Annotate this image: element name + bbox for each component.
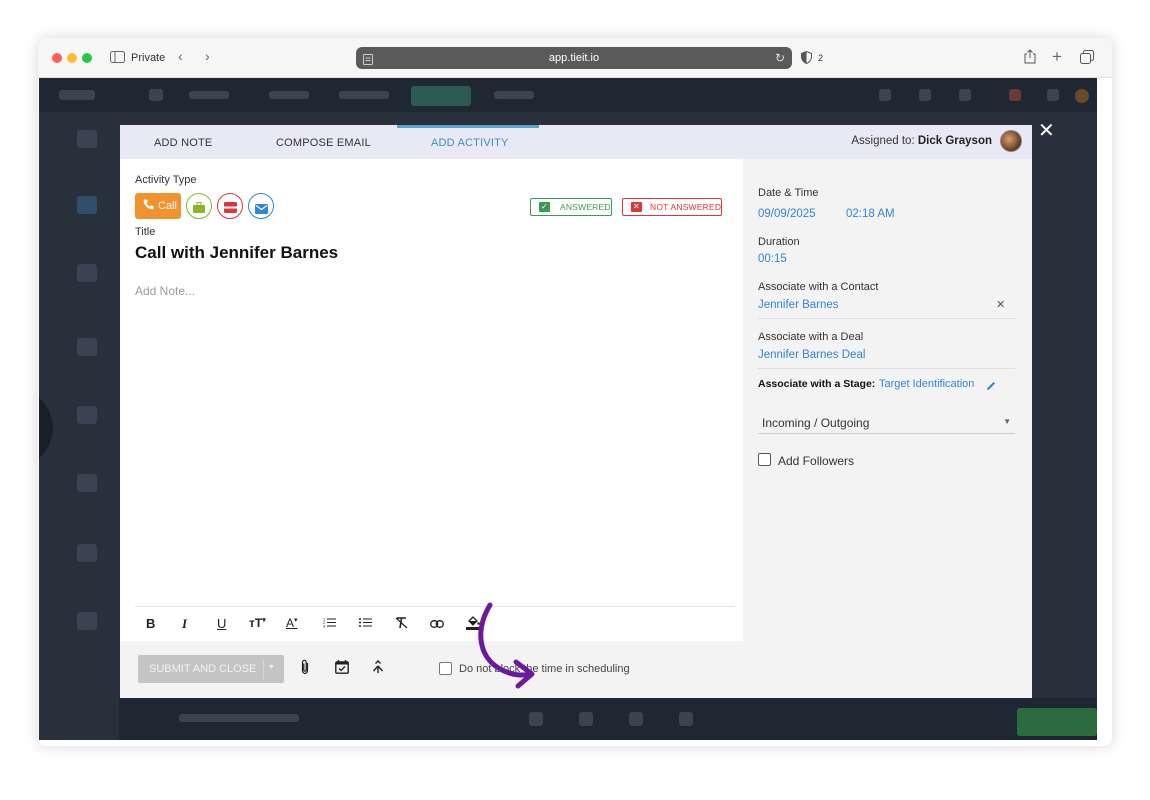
zoom-window-button[interactable]	[82, 53, 92, 63]
italic-icon[interactable]: I	[182, 617, 187, 630]
calendar-check-icon[interactable]	[335, 660, 349, 676]
annotation-arrow	[478, 602, 535, 689]
phone-icon	[143, 199, 154, 213]
submit-and-close-button[interactable]: SUBMIT AND CLOSE ▼	[138, 655, 284, 683]
activity-type-label: Activity Type	[135, 174, 197, 186]
app-green-button	[1017, 708, 1097, 736]
underline-icon[interactable]: U	[217, 617, 226, 630]
chevron-down-icon: ▼	[1003, 417, 1011, 426]
assigned-to-label: Assigned to:	[851, 135, 915, 147]
date-time-label: Date & Time	[758, 187, 819, 199]
active-tab-indicator	[397, 125, 539, 128]
note-input[interactable]: Add Note...	[135, 284, 195, 298]
reload-icon[interactable]: ↻	[775, 51, 785, 65]
close-window-button[interactable]	[52, 53, 62, 63]
remove-contact-icon[interactable]: ✕	[996, 298, 1005, 311]
assignee-name: Dick Grayson	[917, 135, 992, 147]
bold-icon[interactable]: B	[146, 617, 155, 630]
shield-icon[interactable]	[801, 50, 812, 69]
stage-label: Associate with a Stage:	[758, 378, 876, 390]
direction-select-value: Incoming / Outgoing	[762, 416, 870, 430]
back-icon[interactable]: ‹	[178, 49, 183, 63]
edit-pencil-icon[interactable]	[986, 378, 996, 396]
modal-tabs: ADD NOTE COMPOSE EMAIL ADD ACTIVITY Assi…	[120, 125, 1032, 159]
call-type-button[interactable]: Call	[135, 193, 181, 219]
clear-format-icon[interactable]	[395, 617, 408, 631]
activity-form: Activity Type Call ✓ ANSWERED ✕ NOT ANSW…	[120, 159, 743, 641]
task-type-button[interactable]	[217, 193, 243, 219]
font-size-icon[interactable]: тT▾	[249, 617, 266, 629]
time-field[interactable]: 02:18 AM	[846, 208, 895, 220]
close-icon[interactable]: ✕	[1038, 121, 1055, 141]
tab-overview-icon[interactable]	[1080, 50, 1094, 69]
submit-dropdown-icon[interactable]: ▼	[268, 664, 275, 671]
url-text: app.tieit.io	[548, 52, 600, 64]
divider	[758, 368, 1015, 369]
tab-compose-email[interactable]: COMPOSE EMAIL	[276, 137, 371, 149]
deal-link[interactable]: Jennifer Barnes Deal	[758, 349, 865, 361]
ordered-list-icon[interactable]: 123	[323, 617, 336, 630]
sidebar-toggle-icon[interactable]	[110, 51, 125, 65]
browser-window: Private ‹ › app.tieit.io ↻ 2 + ADD NOTE …	[38, 38, 1112, 746]
submit-label: SUBMIT AND CLOSE	[149, 663, 257, 675]
svg-text:3: 3	[323, 624, 326, 629]
tab-add-note[interactable]: ADD NOTE	[154, 137, 212, 149]
editor-toolbar: B I U тT▾ A▾ 123	[135, 606, 735, 641]
direction-select[interactable]: Incoming / Outgoing ▼	[758, 406, 1015, 434]
minimize-window-button[interactable]	[67, 53, 77, 63]
forward-icon[interactable]: ›	[205, 49, 210, 63]
add-followers-label: Add Followers	[778, 454, 855, 468]
check-icon: ✓	[539, 202, 550, 212]
duration-label: Duration	[758, 236, 800, 248]
new-tab-icon[interactable]: +	[1052, 48, 1062, 65]
contact-link[interactable]: Jennifer Barnes	[758, 299, 839, 311]
task-icon	[223, 200, 237, 218]
assigned-to[interactable]: Assigned to: Dick Grayson	[851, 135, 992, 147]
merge-icon[interactable]	[372, 660, 384, 676]
answered-button[interactable]: ✓ ANSWERED	[530, 198, 612, 216]
tracker-count: 2	[818, 53, 824, 63]
call-label: Call	[158, 200, 177, 212]
link-icon[interactable]	[430, 617, 444, 630]
divider	[758, 318, 1015, 319]
answered-label: ANSWERED	[560, 202, 611, 212]
app-topbar	[39, 78, 1097, 112]
not-answered-label: NOT ANSWERED	[650, 202, 722, 212]
briefcase-icon	[193, 200, 205, 218]
title-input[interactable]: Call with Jennifer Barnes	[135, 243, 338, 263]
font-color-icon[interactable]: A▾	[286, 617, 298, 629]
contact-label: Associate with a Contact	[758, 281, 879, 293]
address-bar[interactable]: app.tieit.io ↻	[356, 47, 792, 69]
stage-link[interactable]: Target Identification	[879, 378, 974, 390]
add-followers-checkbox[interactable]	[758, 453, 771, 466]
paperclip-icon[interactable]	[300, 659, 310, 677]
deal-label: Associate with a Deal	[758, 331, 864, 343]
avatar[interactable]	[1000, 130, 1022, 152]
activity-details: Date & Time 09/09/2025 02:18 AM Duration…	[743, 159, 1032, 641]
unordered-list-icon[interactable]	[359, 617, 372, 630]
app-bottom-bar	[119, 698, 1097, 740]
share-icon[interactable]	[1024, 49, 1036, 69]
x-icon: ✕	[631, 202, 642, 212]
envelope-icon	[254, 201, 268, 219]
activity-modal: ADD NOTE COMPOSE EMAIL ADD ACTIVITY Assi…	[120, 121, 1055, 698]
browser-toolbar: Private ‹ › app.tieit.io ↻ 2 +	[38, 38, 1112, 78]
title-label: Title	[135, 226, 156, 238]
duration-field[interactable]: 00:15	[758, 253, 787, 265]
tab-add-activity[interactable]: ADD ACTIVITY	[431, 137, 509, 149]
date-field[interactable]: 09/09/2025	[758, 208, 816, 220]
modal-footer: SUBMIT AND CLOSE ▼ Do not block the time…	[120, 641, 1032, 698]
meeting-type-button[interactable]	[186, 193, 212, 219]
not-answered-button[interactable]: ✕ NOT ANSWERED	[622, 198, 722, 216]
email-type-button[interactable]	[248, 193, 274, 219]
private-label: Private	[131, 52, 166, 64]
